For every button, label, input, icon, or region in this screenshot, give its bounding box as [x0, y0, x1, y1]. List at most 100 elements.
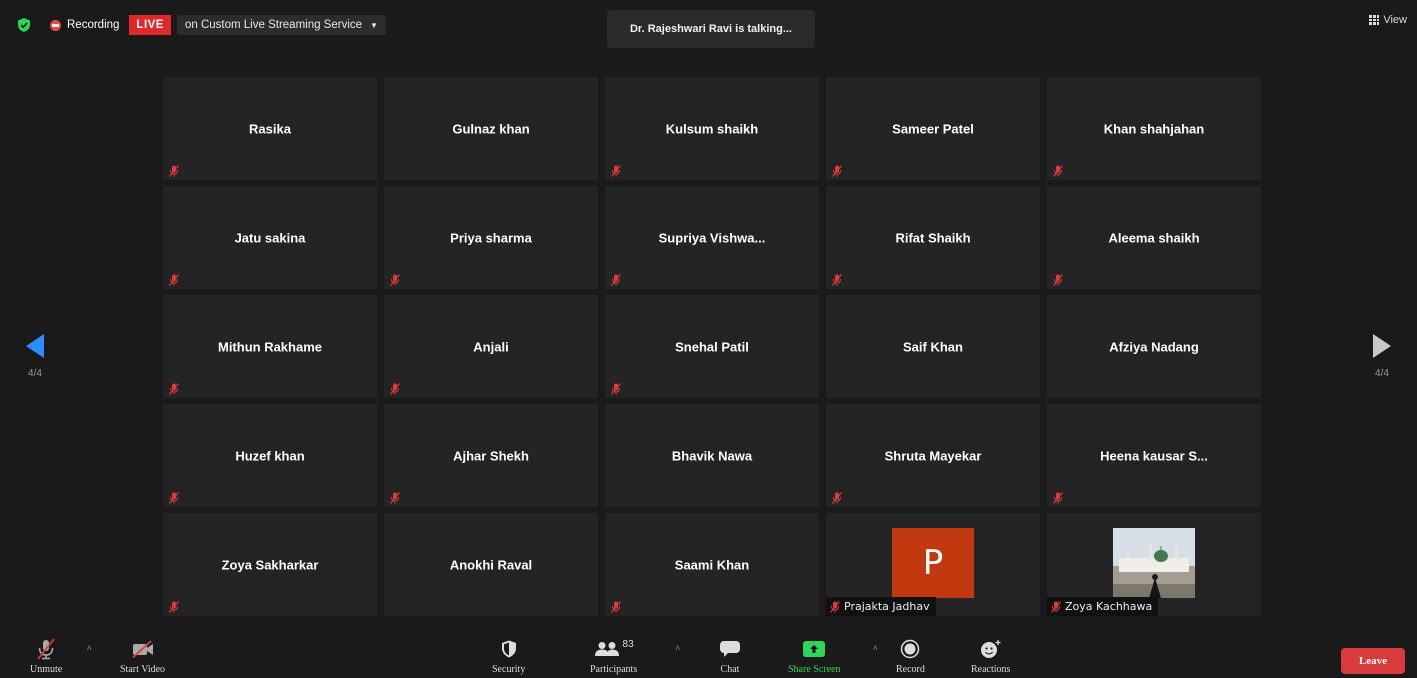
mic-muted-icon [169, 274, 179, 286]
reactions-label: Reactions [971, 664, 1011, 675]
mic-muted-indicator [1053, 164, 1063, 177]
mic-muted-indicator [169, 382, 179, 395]
participant-name: Zoya Sakharkar [221, 557, 319, 572]
view-label: View [1383, 14, 1407, 26]
avatar: P [892, 528, 974, 598]
participant-tile[interactable]: Anjali [384, 295, 598, 398]
participant-name: Supriya Vishwa... [658, 230, 766, 245]
participant-tile[interactable]: Shruta Mayekar [826, 404, 1040, 507]
stream-service-dropdown[interactable]: on Custom Live Streaming Service ▼ [176, 15, 386, 35]
participant-tile[interactable]: Afziya Nadang [1047, 295, 1261, 398]
meeting-window: Recording LIVE on Custom Live Streaming … [0, 0, 1417, 678]
participant-tile[interactable]: Ajhar Shekh [384, 404, 598, 507]
participant-name: Aleema shaikh [1108, 230, 1200, 245]
participant-tile[interactable]: Sameer Patel [826, 77, 1040, 180]
mic-muted-icon [832, 274, 842, 286]
arrow-left-icon [26, 333, 44, 358]
participant-tile-prajakta-jadhav[interactable]: P Prajakta Jadhav [826, 513, 1040, 616]
participant-tile[interactable]: Huzef khan [163, 404, 377, 507]
record-button[interactable]: Record [896, 636, 925, 678]
page-indicator-right: 4/4 [1375, 367, 1389, 379]
next-page-button[interactable]: 4/4 [1351, 306, 1413, 406]
participant-tile[interactable]: Supriya Vishwa... [605, 186, 819, 289]
participants-button[interactable]: 83 ^ Participants [590, 636, 680, 678]
participant-tile[interactable]: Kulsum shaikh [605, 77, 819, 180]
participant-tile[interactable]: Priya sharma [384, 186, 598, 289]
gallery-grid: Rasika Gulnaz khan Kulsum shaikh Sameer Pat… [163, 77, 1261, 616]
mic-muted-icon [169, 383, 179, 395]
participant-tile[interactable]: Snehal Patil [605, 295, 819, 398]
security-label: Security [492, 664, 526, 675]
grid-view-icon [1369, 15, 1380, 25]
unmute-button[interactable]: ^ Unmute [30, 636, 91, 678]
mic-muted-icon [169, 492, 179, 504]
leave-button[interactable]: Leave [1341, 648, 1405, 674]
participant-tile[interactable]: Aleema shaikh [1047, 186, 1261, 289]
participant-tile[interactable]: Khan shahjahan [1047, 77, 1261, 180]
participant-name: Heena kausar S... [1100, 448, 1208, 463]
mic-muted-icon [832, 165, 842, 177]
participant-name: Gulnaz khan [452, 121, 530, 136]
participants-count: 83 [622, 638, 634, 650]
participant-tile[interactable]: Bhavik Nawa [605, 404, 819, 507]
participant-name: Rasika [249, 121, 291, 136]
participant-name: Priya sharma [450, 230, 532, 245]
mic-muted-icon [1053, 492, 1063, 504]
start-video-button[interactable]: Start Video [120, 636, 165, 678]
arrow-right-icon [1373, 333, 1391, 358]
participant-tile[interactable]: Jatu sakina [163, 186, 377, 289]
participant-tile[interactable]: Mithun Rakhame [163, 295, 377, 398]
meeting-toolbar: ^ Unmute Start Video Security 83 ^ Parti… [0, 634, 1417, 678]
recording-icon [50, 19, 61, 31]
participant-tile[interactable]: Rifat Shaikh [826, 186, 1040, 289]
mic-muted-indicator [1053, 491, 1063, 504]
participant-tile[interactable]: Anokhi Raval [384, 513, 598, 616]
chat-button[interactable]: Chat [719, 636, 741, 678]
participant-tile[interactable]: Saif Khan [826, 295, 1040, 398]
participant-name: Zoya Kachhawa [1065, 600, 1153, 613]
mic-muted-icon [390, 492, 400, 504]
shield-check-icon[interactable] [18, 18, 30, 32]
participant-name: Snehal Patil [675, 339, 749, 354]
recording-label: Recording [67, 19, 120, 31]
share-screen-icon [803, 641, 826, 657]
participant-tile[interactable]: Gulnaz khan [384, 77, 598, 180]
participant-tile[interactable]: Zoya Sakharkar [163, 513, 377, 616]
chat-icon [720, 641, 740, 657]
mic-muted-icon [37, 638, 55, 660]
chevron-down-icon: ▼ [370, 20, 378, 30]
chevron-up-icon[interactable]: ^ [87, 644, 91, 654]
participant-tile[interactable]: Saami Khan [605, 513, 819, 616]
participant-name: Afziya Nadang [1109, 339, 1199, 354]
mic-muted-indicator [169, 273, 179, 286]
mic-muted-icon [390, 383, 400, 395]
participant-name: Saami Khan [674, 557, 750, 572]
active-speaker-banner: Dr. Rajeshwari Ravi is talking... [607, 10, 815, 48]
start-video-label: Start Video [120, 664, 166, 675]
participant-name: Ajhar Shekh [453, 448, 529, 463]
chevron-up-icon[interactable]: ^ [873, 644, 877, 654]
stream-service-label: on Custom Live Streaming Service [184, 19, 363, 31]
reactions-button[interactable]: Reactions [971, 636, 1010, 678]
mic-muted-icon [1053, 165, 1063, 177]
previous-page-button[interactable]: 4/4 [4, 306, 66, 406]
participant-tile[interactable]: Heena kausar S... [1047, 404, 1261, 507]
security-button[interactable]: Security [492, 636, 525, 678]
mosque-image [1113, 528, 1195, 598]
page-indicator-left: 4/4 [28, 367, 42, 379]
participant-tile-zoya-kachhawa[interactable]: Zoya Kachhawa [1047, 513, 1261, 616]
view-button[interactable]: View [1369, 14, 1407, 26]
mic-muted-indicator [832, 164, 842, 177]
mic-muted-icon [611, 274, 621, 286]
mic-muted-indicator [390, 273, 400, 286]
mic-muted-indicator [611, 382, 621, 395]
participant-name-tag: Zoya Kachhawa [1047, 597, 1159, 616]
share-screen-button[interactable]: ^ Share Screen [788, 636, 877, 678]
chevron-up-icon[interactable]: ^ [676, 644, 680, 654]
mic-muted-indicator [611, 273, 621, 286]
participant-tile[interactable]: Rasika [163, 77, 377, 180]
participant-name: Jatu sakina [234, 230, 306, 245]
mic-muted-icon [1051, 600, 1061, 613]
participant-name: Rifat Shaikh [895, 230, 971, 245]
record-label: Record [896, 664, 925, 675]
